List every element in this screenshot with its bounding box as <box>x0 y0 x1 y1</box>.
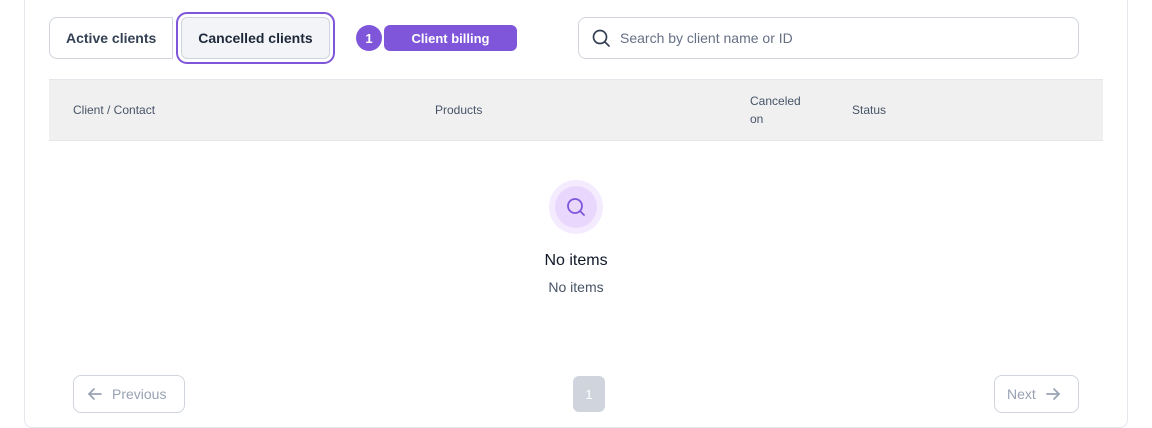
previous-page-button[interactable]: Previous <box>73 375 185 413</box>
client-status-tabs: Active clients Cancelled clients <box>49 12 335 64</box>
next-page-button[interactable]: Next <box>994 375 1079 413</box>
empty-state-icon-inner <box>555 186 597 228</box>
arrow-left-icon <box>88 388 102 400</box>
column-header-status[interactable]: Status <box>852 101 886 119</box>
search-box[interactable] <box>578 17 1079 59</box>
walkthrough-step-badge: 1 <box>356 25 382 51</box>
empty-state-title: No items <box>544 252 608 269</box>
next-page-label: Next <box>1007 386 1036 402</box>
search-icon <box>567 198 585 216</box>
column-header-products[interactable]: Products <box>435 101 482 119</box>
page-number-1[interactable]: 1 <box>573 376 605 412</box>
arrow-right-icon <box>1045 388 1060 400</box>
tab-active-clients[interactable]: Active clients <box>49 17 174 59</box>
previous-page-label: Previous <box>112 386 167 402</box>
search-input[interactable] <box>620 30 1060 46</box>
column-header-client[interactable]: Client / Contact <box>73 101 155 119</box>
tab-cancelled-clients[interactable]: Cancelled clients <box>176 12 335 64</box>
search-icon <box>592 29 610 47</box>
empty-state-icon <box>549 180 603 234</box>
table-header: Client / Contact Products Canceled on St… <box>49 79 1103 141</box>
column-header-canceled-on[interactable]: Canceled on <box>750 92 814 128</box>
walkthrough-step-label[interactable]: Client billing <box>384 25 517 51</box>
empty-state-subtitle: No items <box>548 279 604 295</box>
